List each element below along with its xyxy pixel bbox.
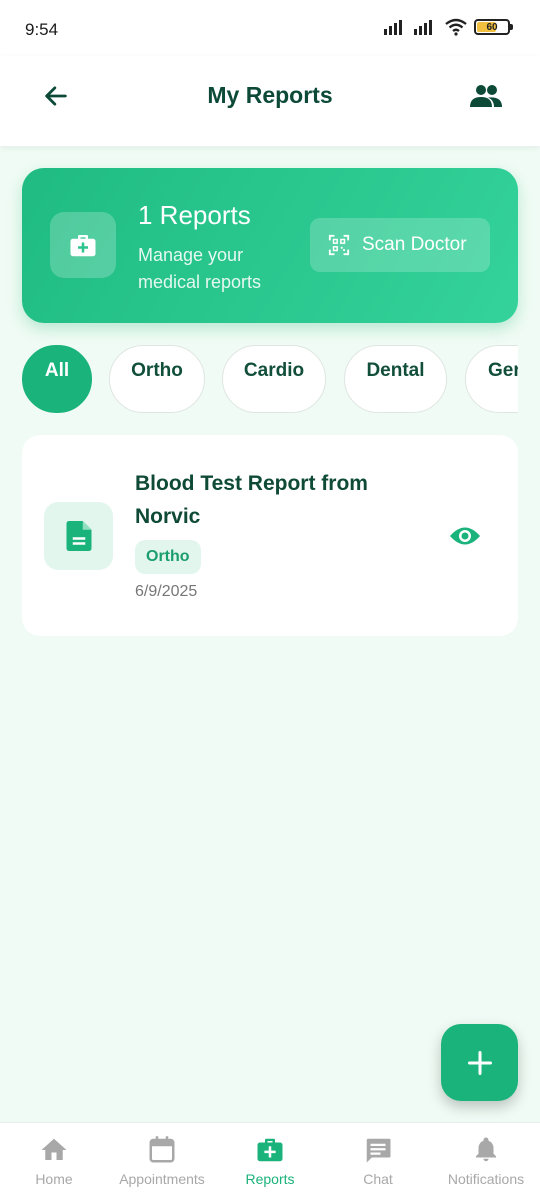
filter-chips: All Ortho Cardio Dental Ger [22,345,518,415]
status-icons: 60 [384,18,513,36]
qr-scan-icon [328,234,350,256]
scan-doctor-button[interactable]: Scan Doctor [310,218,490,272]
reports-summary-card: 1 Reports Manage your medical reports Sc… [22,168,518,323]
bottom-navigation: Home Appointments Reports Chat Notificat… [0,1122,540,1200]
chat-icon [366,1138,391,1163]
battery-level: 60 [486,21,498,33]
nav-appointments-label: Appointments [119,1171,205,1187]
nav-notifications[interactable]: Notifications [432,1135,540,1187]
filter-chip-ortho[interactable]: Ortho [109,345,205,413]
bell-icon [476,1137,496,1162]
report-date: 6/9/2025 [135,583,198,600]
report-card[interactable]: Blood Test Report from Norvic Ortho 6/9/… [22,435,518,636]
document-icon [66,521,91,551]
filter-chip-all[interactable]: All [22,345,92,413]
report-category-tag: Ortho [135,540,201,574]
medkit-icon-box [50,212,116,278]
nav-notifications-label: Notifications [447,1171,525,1187]
nav-home-label: Home [35,1171,73,1187]
view-report-button[interactable] [448,519,482,553]
medkit-icon [257,1138,283,1162]
people-button[interactable] [468,78,504,114]
report-title: Blood Test Report from Norvic [135,472,368,528]
nav-reports[interactable]: Reports [216,1135,324,1187]
signal-icon-2 [414,20,432,35]
wifi-icon [445,18,467,36]
nav-chat-label: Chat [363,1171,393,1187]
nav-home[interactable]: Home [0,1135,108,1187]
app-bar: My Reports [0,56,540,146]
report-icon-box [44,502,113,570]
nav-appointments[interactable]: Appointments [108,1135,216,1187]
status-time: 9:54 [25,20,59,39]
people-icon [470,85,502,107]
home-icon [41,1138,67,1160]
reports-subtitle: Manage your medical reports [138,245,262,292]
filter-chip-general[interactable]: Ger [465,345,518,413]
plus-icon [467,1050,492,1075]
signal-icon [384,20,402,35]
calendar-icon [149,1136,175,1163]
nav-reports-label: Reports [245,1171,295,1187]
filter-chip-cardio[interactable]: Cardio [222,345,326,413]
scan-doctor-label: Scan Doctor [362,234,467,255]
filter-chip-dental[interactable]: Dental [344,345,447,413]
nav-chat[interactable]: Chat [324,1135,432,1187]
eye-icon [450,527,480,545]
page-title: My Reports [207,82,333,108]
battery-icon: 60 [474,19,513,35]
medkit-icon [70,235,96,257]
status-bar: 9:54 60 [0,0,540,56]
reports-count: 1 Reports [138,200,251,230]
add-report-button[interactable] [441,1024,518,1101]
